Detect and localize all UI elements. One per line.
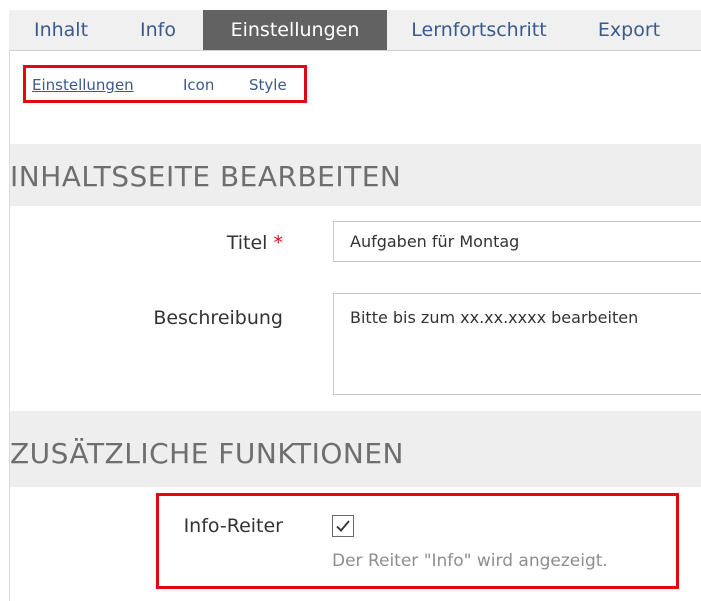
section-header-edit: INHALTSSEITE BEARBEITEN [10,144,701,206]
section-title-edit: INHALTSSEITE BEARBEITEN [10,160,402,193]
title-input[interactable]: Aufgaben für Montag [333,221,701,262]
section-header-extra: ZUSÄTZLICHE FUNKTIONEN [10,411,701,487]
tab-info[interactable]: Info [113,10,203,50]
title-label: Titel * [200,232,283,254]
subtab-icon[interactable]: Icon [183,74,214,96]
tab-inhalt[interactable]: Inhalt [9,10,113,50]
title-label-text: Titel [226,232,268,254]
tab-export[interactable]: Export [571,10,687,50]
tab-einstellungen[interactable]: Einstellungen [203,10,387,50]
info-tab-hint: Der Reiter "Info" wird angezeigt. [332,551,608,571]
info-tab-label: Info-Reiter [183,515,283,537]
subtab-bar: Einstellungen Icon Style [23,65,307,103]
section-title-extra: ZUSÄTZLICHE FUNKTIONEN [10,437,405,470]
subtab-style[interactable]: Style [249,74,287,96]
tab-lernfortschritt[interactable]: Lernfortschritt [387,10,571,50]
main-tab-bar: Inhalt Info Einstellungen Lernfortschrit… [9,10,701,51]
check-icon [336,520,350,532]
description-textarea[interactable]: Bitte bis zum xx.xx.xxxx bearbeiten [333,293,701,395]
required-mark: * [273,232,284,254]
info-tab-highlight [156,493,679,589]
description-label: Beschreibung [153,307,283,329]
content-left-border [9,50,10,601]
info-tab-checkbox[interactable] [332,515,354,537]
subtab-einstellungen[interactable]: Einstellungen [32,74,134,96]
